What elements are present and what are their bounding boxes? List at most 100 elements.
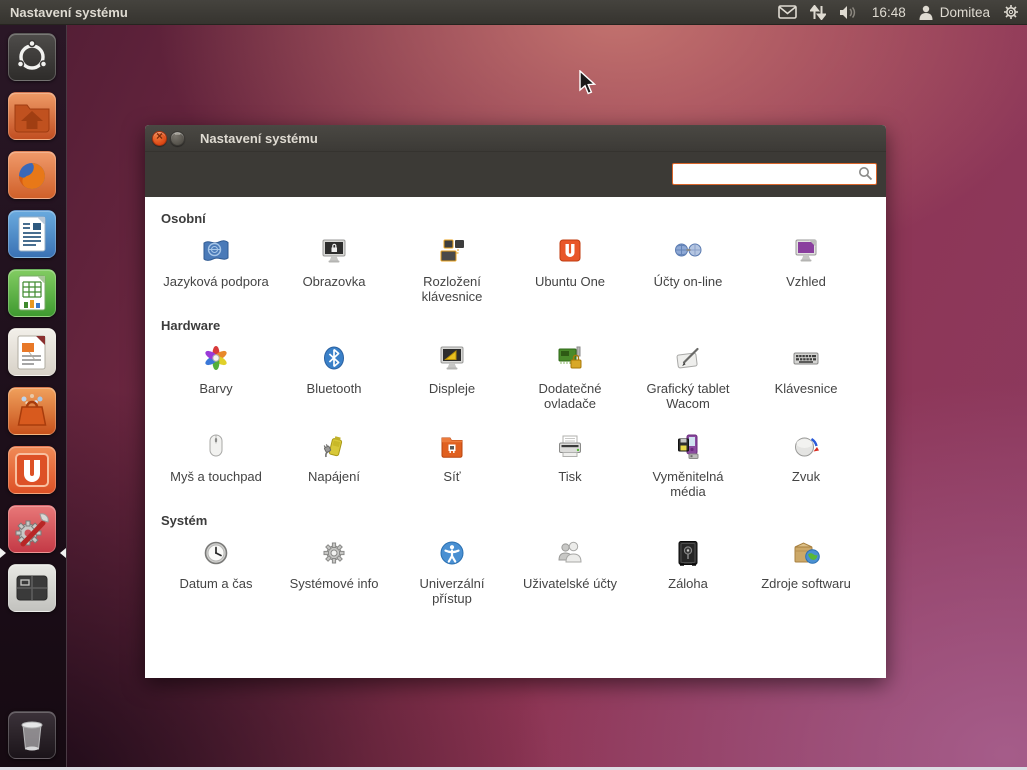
settings-item-univerzalni-pristup[interactable]: Univerzální přístup (393, 538, 511, 606)
universal-access-icon (436, 538, 468, 570)
launcher-libreoffice-writer[interactable] (8, 210, 56, 258)
mouse-cursor (578, 70, 598, 103)
user-accounts-icon (554, 538, 586, 570)
settings-item-systemove-info[interactable]: Systémové info (275, 538, 393, 606)
search-icon (858, 166, 873, 186)
settings-item-napajeni[interactable]: Napájení (275, 431, 393, 499)
settings-item-label: Síť (443, 469, 460, 484)
settings-item-graficky-tablet-wacom[interactable]: Grafický tablet Wacom (629, 343, 747, 411)
settings-item-label: Univerzální přístup (399, 576, 505, 606)
launcher-libreoffice-calc[interactable] (8, 269, 56, 317)
language-support-icon (200, 236, 232, 268)
settings-item-label: Grafický tablet Wacom (635, 381, 741, 411)
settings-item-label: Obrazovka (303, 274, 366, 289)
online-accounts-icon (672, 236, 704, 268)
settings-item-datum-a-cas[interactable]: Datum a čas (157, 538, 275, 606)
settings-item-label: Datum a čas (180, 576, 253, 591)
launcher-home-folder[interactable] (8, 92, 56, 140)
color-icon (200, 343, 232, 375)
mail-icon[interactable] (778, 5, 797, 19)
settings-item-label: Systémové info (290, 576, 379, 591)
keyboard-layout-icon (436, 236, 468, 268)
section-header-personal: Osobní (161, 211, 886, 226)
screen-lock-icon (318, 236, 350, 268)
launcher-trash[interactable] (8, 711, 56, 759)
settings-item-ucty-on-line[interactable]: Účty on-line (629, 236, 747, 304)
section-grid-system: Datum a čas Systémové info Univerzální p… (157, 538, 886, 606)
mouse-touchpad-icon (200, 431, 232, 463)
system-info-icon (318, 538, 350, 570)
panel-clock[interactable]: 16:48 (872, 5, 906, 20)
backup-icon (672, 538, 704, 570)
settings-item-label: Barvy (199, 381, 232, 396)
datetime-icon (200, 538, 232, 570)
launcher-focus-arrow-right (60, 548, 66, 558)
settings-item-displeje[interactable]: Displeje (393, 343, 511, 411)
volume-icon[interactable] (839, 5, 859, 20)
search-input[interactable] (672, 163, 877, 185)
section-grid-personal: Jazyková podpora Obrazovka Rozložení klá… (157, 236, 886, 304)
section-grid-hardware: Barvy Bluetooth Displeje Dodatečné ovlad… (157, 343, 886, 499)
settings-item-obrazovka[interactable]: Obrazovka (275, 236, 393, 304)
settings-item-label: Záloha (668, 576, 708, 591)
settings-item-label: Zvuk (792, 469, 820, 484)
settings-item-label: Účty on-line (654, 274, 723, 289)
settings-item-ubuntu-one[interactable]: Ubuntu One (511, 236, 629, 304)
panel-username[interactable]: Domitea (940, 5, 990, 20)
minimize-button[interactable] (170, 131, 185, 146)
settings-item-uzivatelske-ucty[interactable]: Uživatelské účty (511, 538, 629, 606)
user-icon (919, 5, 933, 20)
removable-media-icon (672, 431, 704, 463)
software-sources-icon (790, 538, 822, 570)
settings-item-label: Jazyková podpora (163, 274, 269, 289)
settings-item-label: Uživatelské účty (523, 576, 617, 591)
settings-item-rozlozeni-klavesnice[interactable]: Rozložení klávesnice (393, 236, 511, 304)
settings-item-barvy[interactable]: Barvy (157, 343, 275, 411)
settings-item-zvuk[interactable]: Zvuk (747, 431, 865, 499)
settings-item-dodatecne-ovladace[interactable]: Dodatečné ovladače (511, 343, 629, 411)
launcher-dash-home[interactable] (8, 33, 56, 81)
settings-item-sit[interactable]: Síť (393, 431, 511, 499)
settings-item-label: Vzhled (786, 274, 826, 289)
window-title: Nastavení systému (200, 131, 318, 146)
window-toolbar (145, 152, 886, 197)
network-arrows-icon[interactable] (810, 5, 826, 20)
launcher-system-settings[interactable] (8, 505, 56, 553)
desktop: Nastavení systému 16:48 Domitea (0, 0, 1027, 770)
settings-item-jazykova-podpora[interactable]: Jazyková podpora (157, 236, 275, 304)
panel-app-title: Nastavení systému (10, 5, 128, 20)
section-header-hardware: Hardware (161, 318, 886, 333)
settings-item-label: Displeje (429, 381, 475, 396)
window-titlebar[interactable]: Nastavení systému (145, 125, 886, 152)
settings-item-label: Klávesnice (775, 381, 838, 396)
launcher-ubuntu-software-center[interactable] (8, 387, 56, 435)
settings-item-label: Napájení (308, 469, 360, 484)
settings-item-vzhled[interactable]: Vzhled (747, 236, 865, 304)
settings-content: Osobní Jazyková podpora Obrazovka Rozlož… (145, 197, 886, 678)
settings-item-zdroje-softwaru[interactable]: Zdroje softwaru (747, 538, 865, 606)
bluetooth-icon (318, 343, 350, 375)
settings-item-klavesnice[interactable]: Klávesnice (747, 343, 865, 411)
settings-item-label: Myš a touchpad (170, 469, 262, 484)
launcher-workspace-switcher[interactable] (8, 564, 56, 612)
settings-item-label: Ubuntu One (535, 274, 605, 289)
launcher-ubuntu-one[interactable] (8, 446, 56, 494)
ubuntu-one-icon (554, 236, 586, 268)
session-gear-icon[interactable] (1003, 4, 1019, 20)
sound-icon (790, 431, 822, 463)
settings-item-mys-a-touchpad[interactable]: Myš a touchpad (157, 431, 275, 499)
settings-item-vymenitelna-media[interactable]: Vyměnitelná média (629, 431, 747, 499)
printing-icon (554, 431, 586, 463)
power-icon (318, 431, 350, 463)
section-header-system: Systém (161, 513, 886, 528)
settings-item-zaloha[interactable]: Záloha (629, 538, 747, 606)
wacom-tablet-icon (672, 343, 704, 375)
settings-item-label: Dodatečné ovladače (517, 381, 623, 411)
launcher-libreoffice-impress[interactable] (8, 328, 56, 376)
settings-item-label: Rozložení klávesnice (399, 274, 505, 304)
launcher-firefox[interactable] (8, 151, 56, 199)
settings-item-tisk[interactable]: Tisk (511, 431, 629, 499)
settings-item-label: Tisk (558, 469, 581, 484)
settings-item-bluetooth[interactable]: Bluetooth (275, 343, 393, 411)
close-button[interactable] (152, 131, 167, 146)
